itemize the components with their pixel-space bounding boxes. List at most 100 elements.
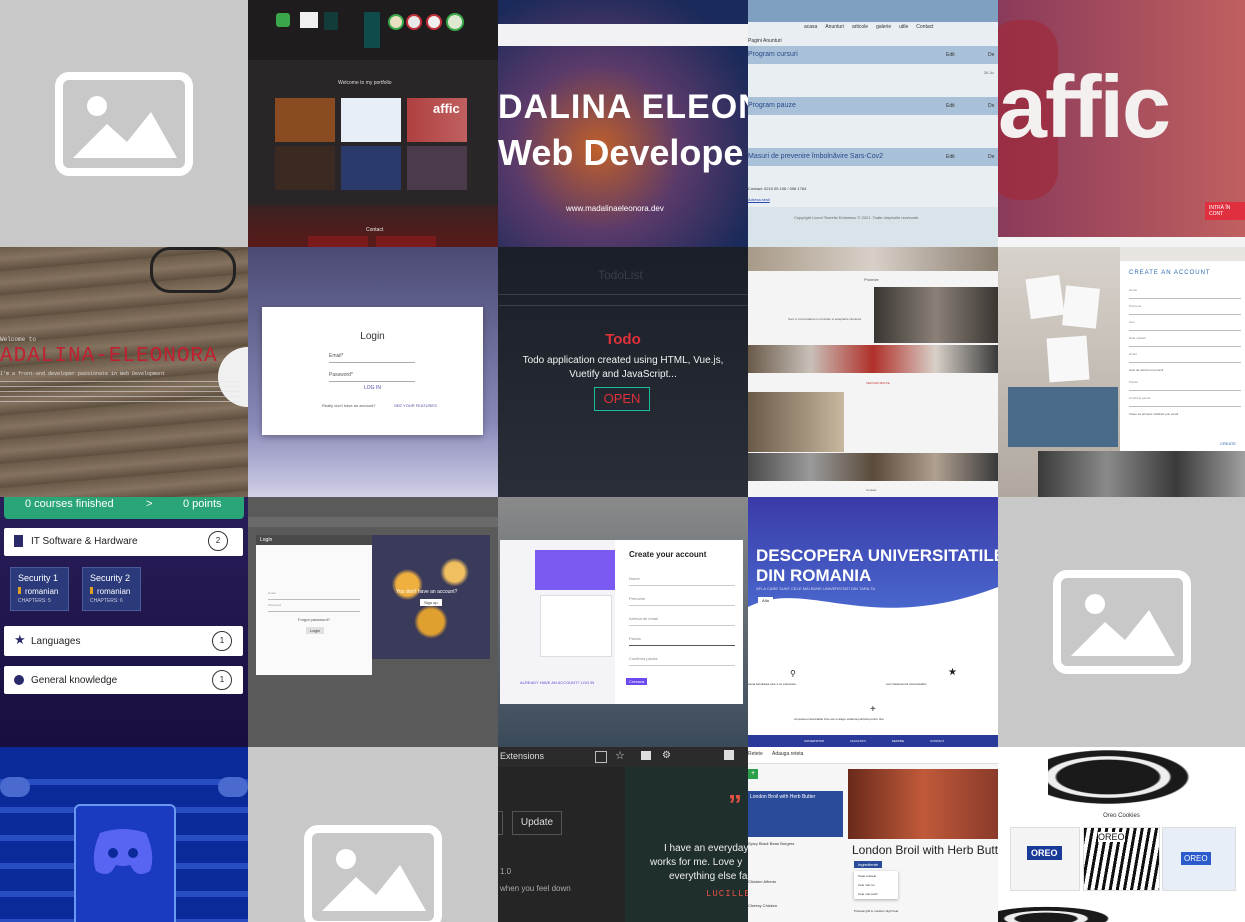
last-name-field[interactable]: Prenume [1129,304,1241,315]
editor-preview[interactable]: Extensions ☆ ⚙ Update 1.0 when you feel … [498,747,748,922]
terms-checkbox[interactable]: Sunt de acord cu termenii [1129,368,1163,372]
register-link[interactable]: SEE YOUR FEATURES [394,403,437,408]
footer-link[interactable]: DESPRE [892,739,904,743]
newsletter-checkbox[interactable]: Vreau sa primesc notificari prin email [1129,412,1178,416]
discover-button[interactable]: Afla [758,597,773,604]
delete-button[interactable]: De [988,103,994,109]
category-general[interactable]: General knowledge 1 [4,666,243,694]
nav-link[interactable]: acasa [804,24,817,30]
wood-intro-preview[interactable]: Welcome to ADALINA-ELEONORA I'm a front-… [0,247,248,497]
share-icon[interactable] [595,751,607,763]
product-card[interactable]: OREO [1083,827,1160,891]
hero-url[interactable]: www.madalinaeleonora.dev [566,204,664,213]
nav-link[interactable]: articole [852,24,868,30]
project-card[interactable] [341,146,401,190]
menu-item[interactable]: Cele mai vechi [858,892,878,896]
footer-link[interactable]: FACULTATI [850,739,866,743]
contact-button[interactable] [308,236,368,247]
school-site-preview[interactable]: acasa Anunturi articole galerie utile Co… [748,0,998,247]
first-name-field[interactable]: Nume [1129,288,1241,299]
add-badge[interactable]: + [748,769,758,779]
delete-button[interactable]: De [988,52,994,58]
delete-button[interactable]: De [988,154,994,160]
hero-banner-preview[interactable]: DALINA ELEONO Web Develope www.madalinae… [498,0,748,247]
portfolio-dark-preview[interactable]: Welcome to my portfolio affic Contact [248,0,498,247]
login-preview[interactable]: Login Email* Password* LOG IN Really don… [248,247,498,497]
announcement-row[interactable]: Program pauze Edit De [748,97,998,115]
password-field[interactable]: Parola [1129,380,1241,391]
email-field[interactable] [329,361,415,363]
edit-button[interactable]: Edit [946,154,955,160]
project-card[interactable] [341,98,401,142]
project-card[interactable]: affic [407,98,467,142]
password-field[interactable]: Password [268,603,360,612]
footer-link[interactable]: UNIVERSITATI [804,739,824,743]
gear-icon[interactable]: ⚙ [662,750,671,761]
todo-preview[interactable]: TodoList Todo Todo application created u… [498,247,748,497]
edit-button[interactable]: Edit [946,52,955,58]
login-link[interactable]: ALREADY HAVE AN ACCOUNT? LOG IN [520,680,594,685]
footer-link[interactable]: CONTACT [930,739,944,743]
universities-preview[interactable]: DESCOPERA UNIVERSITATILE DIN ROMANIA AFL… [748,497,998,747]
nav-link[interactable]: galerie [876,24,891,30]
update-button[interactable]: Update [512,811,562,835]
course-card[interactable]: Security 1 romanian CHAPTERS: 5 [10,567,69,611]
nav-link[interactable]: Anunturi [825,24,844,30]
tab-recipes[interactable]: Retete [748,751,763,757]
recipe-list-item[interactable]: Cheesy Chicken [748,903,777,908]
oreo-preview[interactable]: Oreo Cookies OREO OREO OREO [998,747,1245,922]
project-card[interactable] [275,98,335,142]
announcement-row[interactable]: Masuri de prevenire îmbolnăvire Sars-Cov… [748,148,998,166]
see-more-link[interactable]: VEZI MAI MULTE [866,381,890,385]
product-card[interactable]: OREO [1010,827,1080,891]
announcement-row[interactable]: Program cursuri Edit De [748,46,998,64]
product-card[interactable]: OREO [1162,827,1236,891]
input-stub[interactable] [498,811,503,835]
recipe-list-item[interactable]: London Broil with Herb Butter [748,791,843,837]
create-button[interactable]: CREATE [1220,441,1236,446]
edit-button[interactable]: Edit [946,103,955,109]
last-name-field[interactable]: Prenume [629,596,735,606]
confirm-password-field[interactable]: Confirma parola [1129,396,1241,407]
first-name-field[interactable]: Nume [629,576,735,586]
create-account-preview[interactable]: CREATE AN ACCOUNT Nume Prenume Gen Data … [998,247,1245,497]
open-button[interactable]: OPEN [594,387,650,411]
announcement-title[interactable]: Program cursuri [748,51,798,58]
email-field[interactable]: Email [1129,352,1241,363]
recipes-preview[interactable]: Retete Adauga reteta + London Broil with… [748,747,998,922]
recipe-list-item[interactable]: Spicy Black Bean Burgers [748,841,794,846]
announcement-title[interactable]: Program pauze [748,102,796,109]
email-field[interactable]: Email [268,591,360,600]
contact-button[interactable] [376,236,436,247]
category-languages[interactable]: ★ Languages 1 [4,626,243,656]
camera-icon[interactable] [641,751,651,760]
create-your-account-preview[interactable]: Create your account Nume Prenume Adresa … [498,497,748,747]
email-field[interactable]: Adresa de email [629,616,735,626]
tab-add-recipe[interactable]: Adauga reteta [772,751,803,757]
login-submit-button[interactable]: Login [306,627,324,634]
category-it[interactable]: IT Software & Hardware 2 [4,528,243,556]
birthdate-field[interactable]: Data nasterii [1129,336,1241,347]
nav-link[interactable]: Contact [916,24,933,30]
gender-select[interactable]: Gen [1129,320,1241,331]
star-icon[interactable]: ☆ [615,749,625,762]
login-button[interactable]: INTRĂ ÎN CONT [1205,202,1245,220]
gallery-image[interactable] [748,392,844,452]
course-card[interactable]: Security 2 romanian CHAPTERS: 6 [82,567,141,611]
ingredients-dropdown[interactable]: Ingrediente [854,861,883,868]
traffic-site-preview[interactable]: affic INTRĂ ÎN CONT [998,0,1245,247]
courses-preview[interactable]: 0 courses finished > 0 points IT Softwar… [0,497,248,747]
project-card[interactable] [407,146,467,190]
login-button[interactable]: LOG IN [262,385,483,391]
nav-link[interactable]: utile [899,24,908,30]
project-card[interactable] [275,146,335,190]
school-link[interactable]: Adresa sesii [748,197,770,202]
menu-item[interactable]: Cele mai noi [858,883,875,887]
gallery-strip[interactable] [748,345,998,373]
password-field[interactable] [329,380,415,382]
create-button[interactable]: Creeaza [626,678,648,685]
bokeh-login-preview[interactable]: Login Email Password Forgot password? Lo… [248,497,498,747]
forgot-password-link[interactable]: Forgot password? [298,617,330,622]
save-icon[interactable] [724,750,734,760]
discord-preview[interactable] [0,747,248,922]
